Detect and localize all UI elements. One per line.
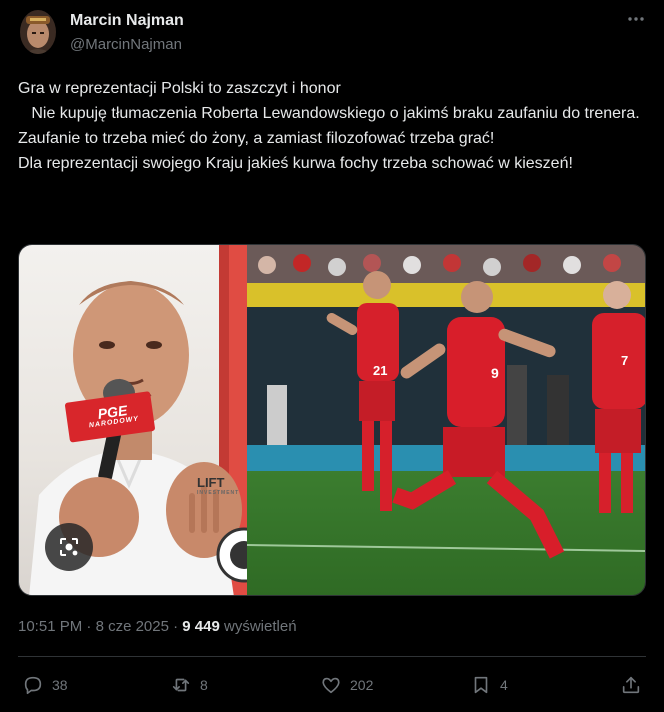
tweet-text: Gra w reprezentacji Polski to zaszczyt i… <box>18 76 648 176</box>
meta-separator: · <box>173 618 179 635</box>
jersey-number-b: 9 <box>491 365 499 381</box>
poland-flag-icon <box>343 81 363 95</box>
author-avatar[interactable] <box>20 10 56 54</box>
image-search-button[interactable] <box>45 523 93 571</box>
tweet-line-1: Gra w reprezentacji Polski to zaszczyt i… <box>18 80 341 97</box>
tweet-meta: 10:51 PM · 8 cze 2025 · 9 449 wyświetleń <box>18 618 297 635</box>
jersey-number-c: 7 <box>621 353 629 368</box>
share-icon <box>622 676 640 694</box>
reply-icon <box>24 676 42 695</box>
heart-icon <box>322 677 340 694</box>
repost-button[interactable]: 8 <box>170 672 208 698</box>
views-count[interactable]: 9 449 <box>182 618 220 635</box>
tweet-date[interactable]: 8 cze 2025 <box>96 618 169 635</box>
more-dots-icon <box>628 17 644 21</box>
shirt-logo: LIFT INVESTMENT <box>197 475 239 496</box>
repost-icon <box>172 678 190 692</box>
reply-button[interactable]: 38 <box>22 672 68 698</box>
football-illustration <box>247 245 645 595</box>
bookmark-count: 4 <box>500 677 508 693</box>
more-options-button[interactable] <box>624 8 648 32</box>
tweet-media[interactable]: PGE NARODOWY LIFT INVESTMENT 21 9 7 <box>18 244 646 596</box>
shirt-logo-sub: INVESTMENT <box>197 490 240 496</box>
avatar-image <box>20 10 56 54</box>
jersey-number-a: 21 <box>373 363 388 378</box>
tweet-card: Marcin Najman @MarcinNajman Gra w reprez… <box>0 0 664 712</box>
shirt-logo-text: LIFT <box>197 475 225 490</box>
meta-separator: · <box>86 618 92 635</box>
views-label: wyświetleń <box>224 618 297 635</box>
author-handle[interactable]: @MarcinNajman <box>70 36 182 53</box>
bookmark-icon <box>474 676 488 694</box>
lens-search-icon <box>60 538 78 556</box>
tweet-paragraph-2: Nie kupuję tłumaczenia Roberta Lewandows… <box>18 105 645 147</box>
author-name[interactable]: Marcin Najman <box>70 12 184 30</box>
reply-count: 38 <box>52 677 68 693</box>
tweet-paragraph-3: Dla reprezentacji swojego Kraju jakieś k… <box>18 155 573 172</box>
divider <box>18 656 646 657</box>
bookmark-button[interactable]: 4 <box>470 672 508 698</box>
tweet-time[interactable]: 10:51 PM <box>18 618 82 635</box>
repost-count: 8 <box>200 677 208 693</box>
media-photo-football[interactable]: 21 9 7 <box>247 245 645 595</box>
like-button[interactable]: 202 <box>320 672 373 698</box>
tweet-paragraph-1: Gra w reprezentacji Polski to zaszczyt i… <box>18 76 648 101</box>
share-button[interactable] <box>620 672 642 698</box>
like-count: 202 <box>350 677 374 693</box>
